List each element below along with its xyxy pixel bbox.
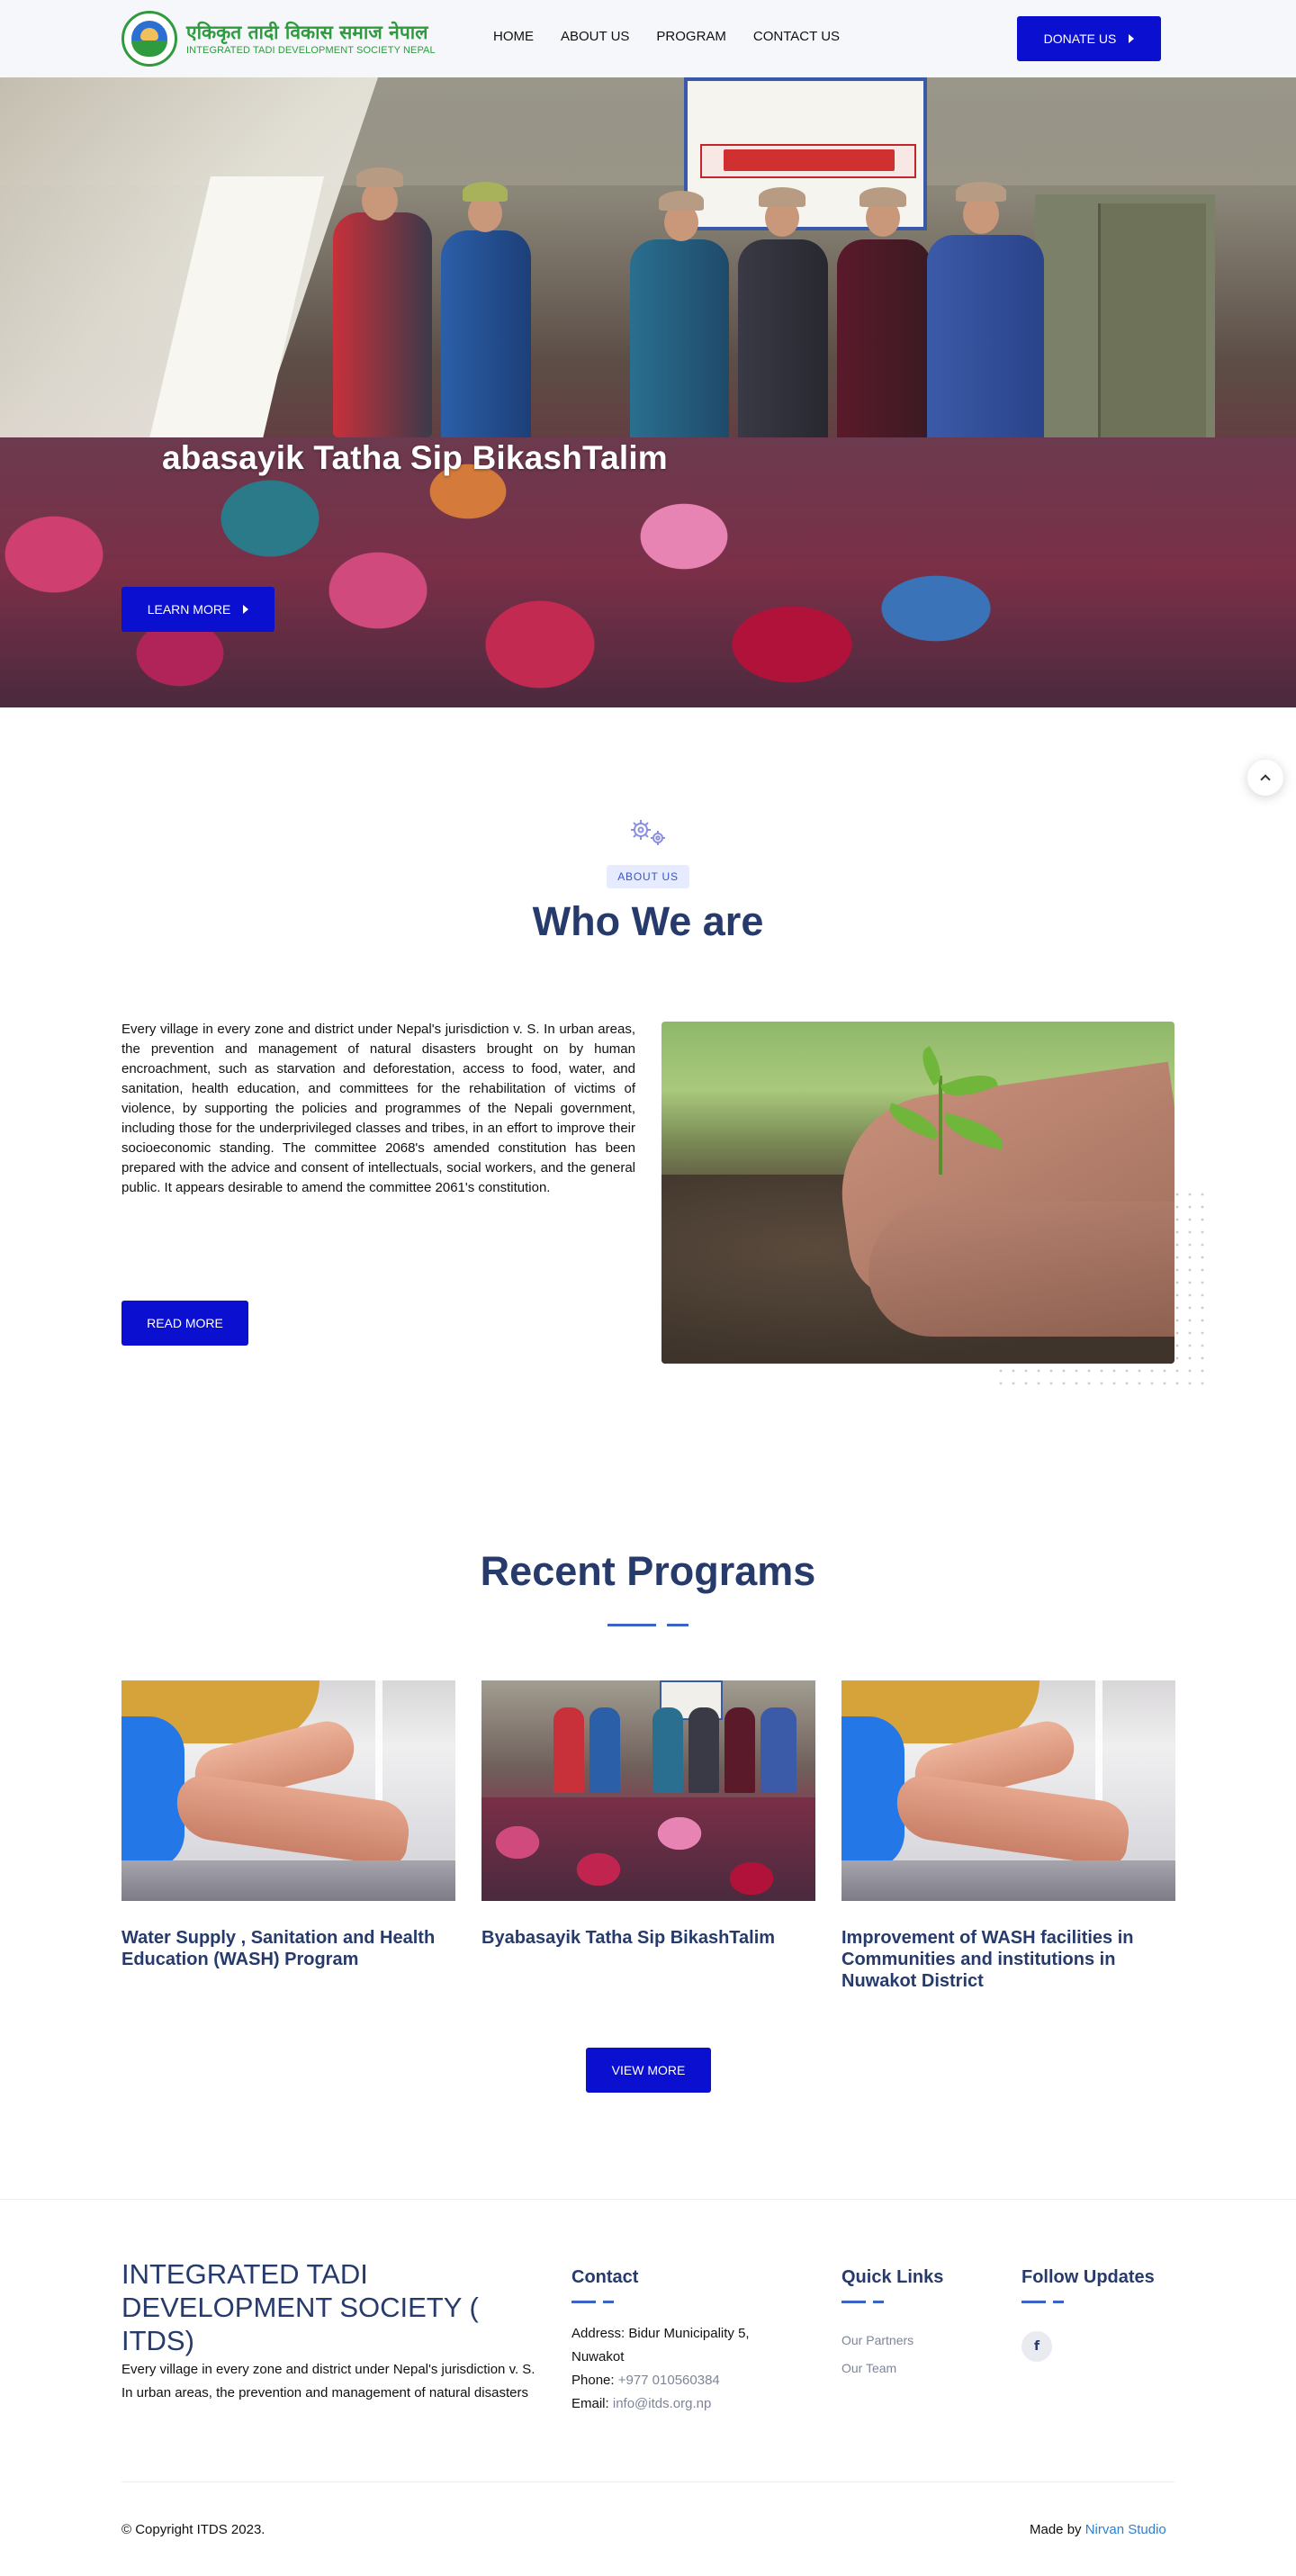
divider (0, 2199, 1296, 2200)
main-menu: HOME ABOUT US PROGRAM CONTACT US (493, 29, 867, 44)
footer-org-name: INTEGRATED TADI DEVELOPMENT SOCIETY ( IT… (122, 2258, 479, 2356)
hero-slider: abasayik Tatha Sip BikashTalim LEARN MOR… (0, 77, 1296, 707)
program-card-title[interactable]: Byabasayik Tatha Sip BikashTalim (482, 1927, 815, 1949)
nav-home[interactable]: HOME (493, 29, 534, 44)
logo-name-english: INTEGRATED TADI DEVELOPMENT SOCIETY NEPA… (186, 45, 436, 56)
footer-about-text: Every village in every zone and district… (122, 2362, 536, 2400)
nav-program[interactable]: PROGRAM (656, 29, 726, 44)
hero-photo-person (441, 230, 531, 446)
about-title: Who We are (532, 898, 764, 944)
studio-link[interactable]: Nirvan Studio (1085, 2522, 1166, 2537)
footer-quick-links-heading: Quick Links (842, 2267, 944, 2287)
hero-photo-person (333, 212, 432, 437)
footer-contact-details: Address: Bidur Municipality 5, Nuwakot P… (572, 2322, 796, 2416)
footer-follow-heading: Follow Updates (1022, 2267, 1155, 2287)
made-by-label: Made by (1030, 2522, 1082, 2537)
program-card-image-wash[interactable] (122, 1680, 455, 1901)
program-card-title[interactable]: Improvement of WASH facilities in Commun… (842, 1927, 1175, 1992)
footer-link-our-partners[interactable]: Our Partners (842, 2333, 914, 2347)
program-card-image-wash-nuwakot[interactable] (842, 1680, 1175, 1901)
donate-button[interactable]: DONATE US (1017, 16, 1161, 61)
email-link[interactable]: info@itds.org.np (613, 2396, 711, 2411)
hero-photo-person (927, 235, 1044, 460)
nav-contact-us[interactable]: CONTACT US (753, 29, 840, 44)
donate-button-label: DONATE US (1043, 32, 1117, 46)
about-badge: ABOUT US (607, 865, 689, 888)
facebook-icon[interactable]: f (1022, 2331, 1052, 2362)
hero-photo-crowd (0, 437, 1296, 707)
learn-more-button[interactable]: LEARN MORE (122, 587, 274, 632)
hero-photo-person (837, 239, 932, 455)
about-image-seedling (662, 1022, 1174, 1364)
phone-label: Phone: (572, 2373, 615, 2388)
hero-photo-person (630, 239, 729, 455)
view-more-button[interactable]: VIEW MORE (586, 2048, 711, 2093)
logo-text: एकिकृत तादी विकास समाज नेपाल INTEGRATED … (186, 21, 436, 57)
program-card-title[interactable]: Water Supply , Sanitation and Health Edu… (122, 1927, 455, 1970)
about-text: Every village in every zone and district… (122, 1022, 635, 1195)
footer-link-our-team[interactable]: Our Team (842, 2361, 896, 2375)
footer-contact-heading: Contact (572, 2267, 639, 2287)
read-more-label: READ MORE (147, 1316, 223, 1330)
learn-more-label: LEARN MORE (147, 602, 231, 617)
view-more-label: VIEW MORE (611, 2063, 686, 2077)
address-label: Address: (572, 2326, 626, 2341)
gears-icon (631, 820, 665, 845)
caret-right-icon (1129, 34, 1135, 43)
nav-about-us[interactable]: ABOUT US (561, 29, 629, 44)
caret-right-icon (243, 605, 249, 614)
program-card-image-training[interactable] (482, 1680, 815, 1901)
phone-link[interactable]: +977 010560384 (618, 2373, 720, 2388)
logo-name-nepali: एकिकृत तादी विकास समाज नेपाल (186, 22, 428, 43)
made-by-credit: Made by Nirvan Studio (1030, 2522, 1166, 2537)
chevron-up-icon (1260, 774, 1271, 785)
copyright-text: © Copyright ITDS 2023. (122, 2522, 266, 2537)
hero-title: abasayik Tatha Sip BikashTalim (162, 439, 668, 476)
logo-seal-icon (122, 11, 177, 67)
programs-title: Recent Programs (480, 1548, 816, 1594)
read-more-button[interactable]: READ MORE (122, 1301, 248, 1346)
site-logo[interactable]: एकिकृत तादी विकास समाज नेपाल INTEGRATED … (122, 11, 436, 67)
divider (122, 2481, 1174, 2482)
hero-photo-person (738, 239, 828, 455)
top-navbar: एकिकृत तादी विकास समाज नेपाल INTEGRATED … (0, 0, 1296, 77)
email-label: Email: (572, 2396, 609, 2411)
scroll-to-top-button[interactable] (1247, 760, 1283, 796)
